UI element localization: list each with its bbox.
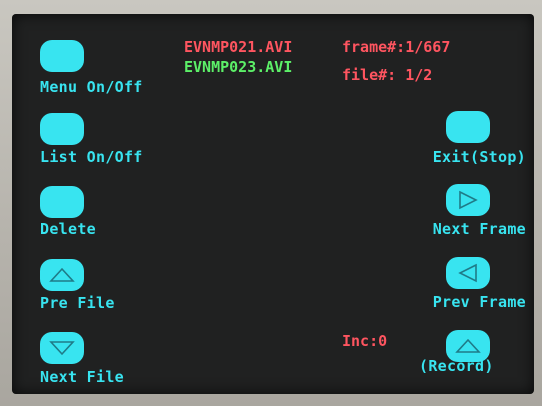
next-frame-label: Next Frame xyxy=(432,220,526,238)
frame-counter: frame#:1/667 xyxy=(342,38,451,56)
list-toggle-button[interactable] xyxy=(40,113,84,145)
triangle-right-icon xyxy=(459,190,478,210)
menu-toggle-button[interactable] xyxy=(40,40,84,72)
triangle-up-icon xyxy=(455,338,481,353)
prev-frame-button[interactable] xyxy=(446,257,490,289)
next-file-button[interactable] xyxy=(40,332,84,364)
pre-file-button[interactable] xyxy=(40,259,84,291)
increment-readout: Inc:0 xyxy=(342,332,388,350)
next-file-name: EVNMP023.AVI xyxy=(184,58,293,76)
list-toggle-label: List On/Off xyxy=(40,148,143,166)
record-label: (Record) xyxy=(419,357,494,375)
pre-file-label: Pre File xyxy=(40,294,115,312)
file-counter: file#: 1/2 xyxy=(342,66,433,84)
delete-label: Delete xyxy=(40,220,96,238)
triangle-down-icon xyxy=(49,341,75,356)
current-file-name: EVNMP021.AVI xyxy=(184,38,293,56)
triangle-left-icon xyxy=(458,263,477,283)
lcd-screen: Menu On/Off List On/Off Delete Pre File … xyxy=(12,14,534,394)
next-frame-button[interactable] xyxy=(446,184,490,216)
menu-toggle-label: Menu On/Off xyxy=(40,78,143,96)
next-file-label: Next File xyxy=(40,368,124,386)
triangle-up-icon xyxy=(49,267,75,282)
monitor-bezel: Menu On/Off List On/Off Delete Pre File … xyxy=(0,0,542,406)
delete-button[interactable] xyxy=(40,186,84,218)
prev-frame-label: Prev Frame xyxy=(432,293,526,311)
exit-stop-label: Exit(Stop) xyxy=(432,148,526,166)
exit-stop-button[interactable] xyxy=(446,111,490,143)
